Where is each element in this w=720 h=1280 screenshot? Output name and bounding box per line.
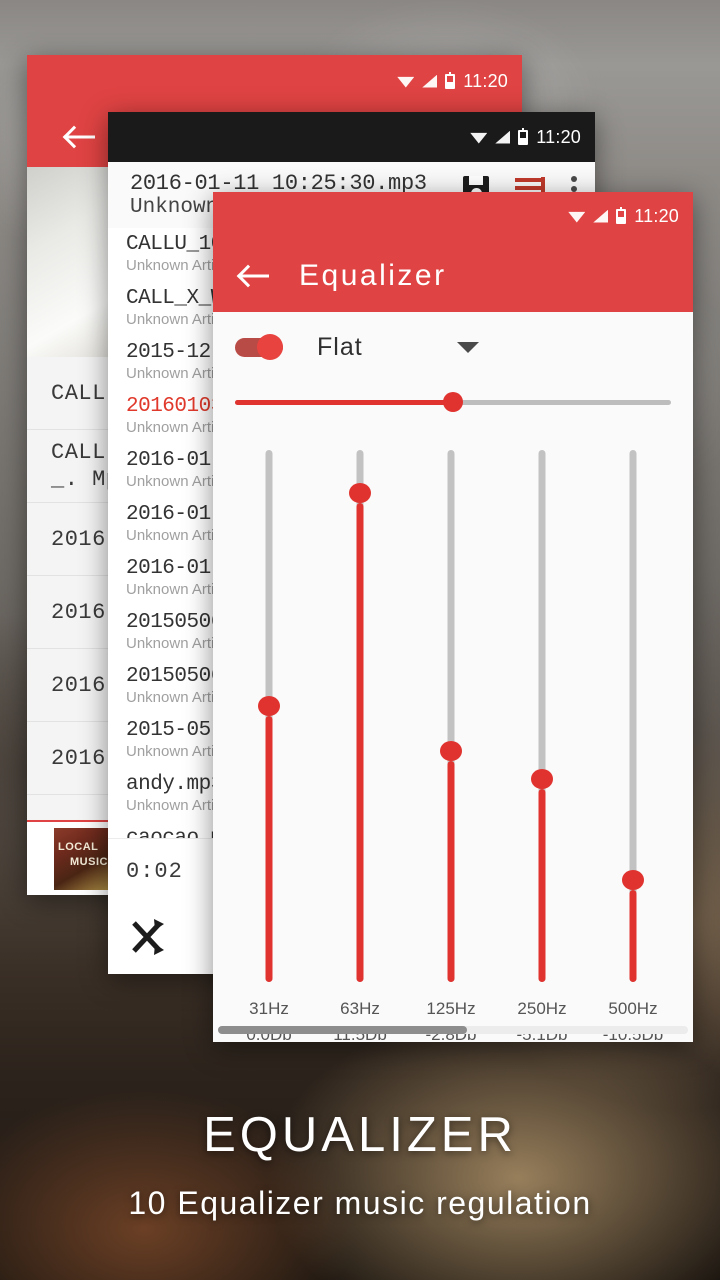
page-title: EQUALIZER [203,1108,517,1162]
band-thumb[interactable] [258,696,280,716]
bass-boost-row [213,382,693,422]
album-art-thumbnail: LOCAL MUSIC [54,827,116,890]
album-art-line1: LOCAL [58,840,99,853]
status-bar-playlist: 11:20 [108,112,595,162]
band-thumb[interactable] [531,768,553,789]
wifi-icon [397,75,414,88]
list-item-label: 2016 [51,526,106,552]
chevron-down-icon[interactable] [457,341,479,353]
back-arrow-icon[interactable] [65,126,95,148]
wifi-icon [470,131,487,144]
signal-icon [593,209,609,223]
band-slider[interactable] [407,436,495,996]
signal-icon [495,130,511,144]
back-arrow-icon[interactable] [239,265,269,287]
band-fill [265,716,273,982]
list-item-label: 2016 [51,672,106,698]
battery-icon [616,206,627,224]
list-item-label: 2016 [51,745,106,771]
band-thumb[interactable] [622,869,644,890]
status-bar-back: 11:20 [27,55,522,107]
status-bar-equalizer: 11:20 [213,192,693,240]
list-item-label: CALL [51,439,106,465]
album-art-line2: MUSIC [70,855,108,868]
elapsed-time-label: 0:02 [126,859,183,884]
band-fill [447,760,455,982]
equalizer-bands[interactable] [213,436,693,996]
equalizer-window: 11:20 Equalizer Flat 31Hz0.0Db63Hz11.5Db… [213,192,693,1042]
page-title: Equalizer [299,259,447,292]
clock-label: 11:20 [634,205,679,226]
band-frequency: 500Hz [608,999,658,1018]
band-thumb[interactable] [349,483,371,504]
promo-caption: EQUALIZER 10 Equalizer music regulation [0,1107,720,1222]
shuffle-icon[interactable] [130,915,176,959]
clock-label: 11:20 [536,126,581,147]
band-label: 500Hz-10.5Db [578,996,688,1042]
preset-row: Flat [213,312,693,382]
battery-icon [518,127,529,145]
band-fill [356,503,364,982]
battery-icon [445,71,456,89]
band-slider[interactable] [589,436,677,996]
signal-icon [422,74,438,88]
band-slider[interactable] [225,436,313,996]
list-item-label: CALL [51,380,106,406]
wifi-icon [568,210,585,223]
clock-label: 11:20 [463,70,508,91]
bass-boost-slider[interactable] [235,391,671,413]
band-slider[interactable] [316,436,404,996]
equalizer-band-labels: 31Hz0.0Db63Hz11.5Db125Hz-2.8Db250Hz-5.1D… [213,996,693,1042]
band-fill [629,889,637,982]
list-item-label: 2016 [51,599,106,625]
page-subtitle: 10 Equalizer music regulation [128,1185,592,1221]
band-fill [538,788,546,982]
band-slider[interactable] [498,436,586,996]
equalizer-toggle[interactable] [235,334,290,360]
equalizer-app-bar: Equalizer [213,240,693,312]
preset-label[interactable]: Flat [317,333,363,362]
horizontal-scrollbar-thumb[interactable] [218,1026,468,1034]
band-thumb[interactable] [440,740,462,761]
